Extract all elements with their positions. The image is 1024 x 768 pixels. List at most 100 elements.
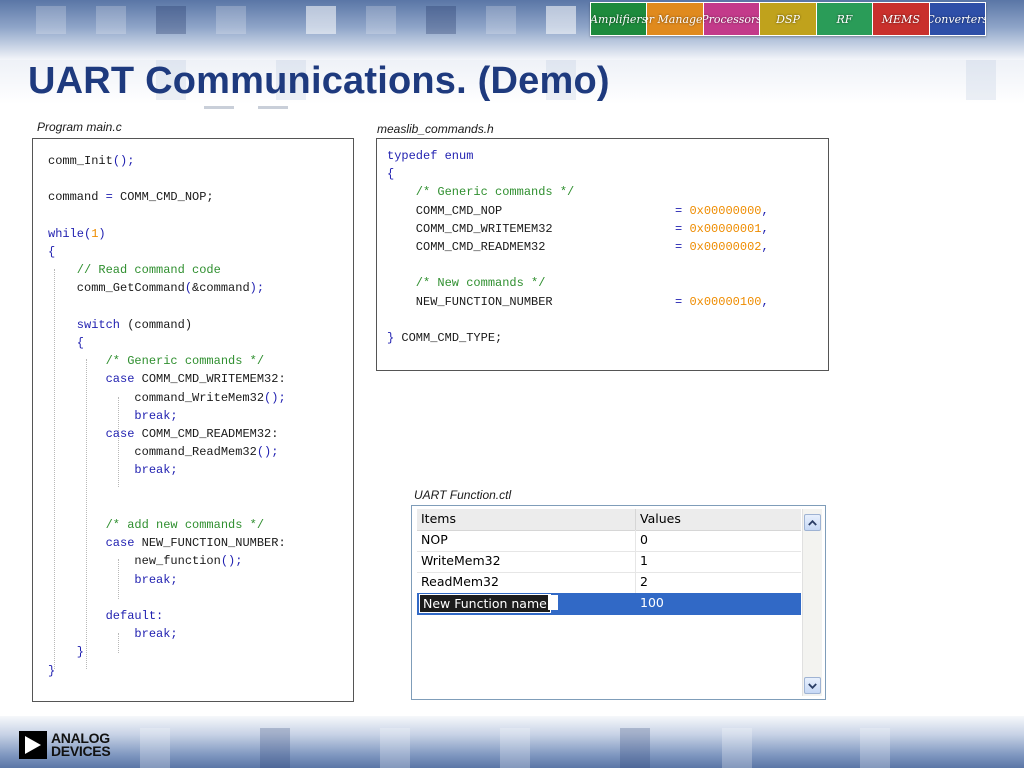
code-line: /* Generic commands */ [387,183,574,201]
value-cell[interactable]: 1 [640,553,648,568]
selected-grid-row[interactable]: New Function name 100 [417,593,801,615]
code-token: case [48,372,142,387]
code-line: } COMM_CMD_TYPE; [387,329,502,347]
grid-header-row: Items Values [417,509,801,531]
item-edit-field[interactable]: New Function name [419,594,551,613]
banner-tile [966,60,996,100]
code-token: , [761,294,769,309]
banner-tile [216,6,246,34]
code-token: , [761,203,769,218]
code-line: } [48,662,55,680]
code-token: = [105,190,113,205]
main-c-code-panel: comm_Init(); command = COMM_CMD_NOP; while… [32,138,354,702]
code-line: break; [48,407,178,425]
scroll-up-button[interactable] [804,514,821,531]
code-token: NEW_FUNCTION_NUMBER: [141,536,286,551]
column-divider[interactable] [635,509,636,530]
item-cell[interactable]: ReadMem32 [421,574,499,589]
code-token: case [48,536,142,551]
code-token: break; [48,627,178,642]
code-token: ) [98,226,106,241]
grid-row[interactable]: NOP 0 [417,530,801,552]
logo-triangle-icon [19,731,47,759]
code-token: COMM_CMD_TYPE; [401,331,503,345]
code-token: 0x00000000 [689,203,762,218]
code-token: comm_Init [48,154,113,168]
uart-function-grid: Items Values NOP 0 WriteMem32 1 ReadMem3… [411,505,826,700]
banner-tile [486,6,516,34]
banner-tile [36,6,66,34]
value-cell[interactable]: 0 [640,532,648,547]
uart-ctl-caption: UART Function.ctl [414,488,512,502]
value-cell[interactable]: 2 [640,574,648,589]
column-divider [635,551,636,572]
code-line: break; [48,571,177,589]
code-line: new_function(); [48,552,242,570]
chevron-down-icon [808,682,817,689]
code-token: (); [112,154,135,168]
grid-row[interactable]: ReadMem32 2 [417,572,801,594]
grid-body: Items Values NOP 0 WriteMem32 1 ReadMem3… [417,509,801,695]
code-token: enum [444,149,474,163]
banner-tile [620,728,650,768]
banner-category-label: Power Management [647,3,704,35]
chevron-up-icon [808,519,817,526]
code-line: default: [48,607,164,625]
banner-tile [860,728,890,768]
code-line: command = COMM_CMD_NOP; [48,188,214,206]
value-cell[interactable]: 100 [640,595,664,610]
banner-tile [546,6,576,34]
code-token: 0x00000002 [689,240,762,254]
code-token: COMM_CMD_READMEM32 [387,240,676,254]
code-token: (); [264,390,286,405]
code-token: while [48,226,85,241]
code-line: command_WriteMem32(); [48,389,286,407]
banner-category-label: MEMS [873,3,930,35]
item-cell[interactable]: WriteMem32 [421,553,501,568]
scroll-down-button[interactable] [804,677,821,694]
code-line: comm_Init(); [48,152,134,170]
product-category-strip: AmplifiersPower ManagementProcessorsDSPR… [590,2,986,36]
items-column-header[interactable]: Items [421,511,456,526]
code-token: typedef [387,149,445,163]
code-line: COMM_CMD_NOP = 0x00000000, [387,202,769,220]
code-line: command_ReadMem32(); [48,443,278,461]
vertical-scrollbar[interactable] [802,509,822,696]
bottom-banner [0,716,1024,768]
code-line: COMM_CMD_WRITEMEM32 = 0x00000001, [387,220,769,238]
top-banner: AmplifiersPower ManagementProcessorsDSPR… [0,0,1024,60]
code-line: // Read command code [48,261,221,279]
code-line: break; [48,461,177,479]
code-line: /* add new commands */ [48,516,264,534]
code-line: while(1) [48,225,106,243]
measlib-h-code-panel: typedef enum { /* Generic commands */ COM… [376,138,829,371]
banner-tile [500,728,530,768]
item-cell[interactable]: NOP [421,532,448,547]
banner-tile [156,6,186,34]
page-title: UART Communications. (Demo) [28,60,610,102]
banner-tile [96,6,126,34]
code-token: break; [48,408,178,423]
code-token: comm_GetCommand [48,281,185,296]
code-line: /* Generic commands */ [48,352,264,370]
code-token: COMM_CMD_WRITEMEM32: [141,372,286,387]
code-token: 0x00000100 [689,294,762,309]
code-token: = [675,294,690,309]
code-line: typedef enum [387,147,473,165]
code-line: COMM_CMD_READMEM32 = 0x00000002, [387,238,769,256]
code-line: comm_GetCommand(&command); [48,279,264,297]
code-token: /* add new commands */ [48,518,265,532]
banner-tile [380,728,410,768]
code-token: ( [184,281,193,296]
grid-row[interactable]: WriteMem32 1 [417,551,801,573]
code-token: COMM_CMD_WRITEMEM32 [387,221,676,236]
column-divider [635,530,636,551]
code-token: command_WriteMem32 [48,390,265,405]
title-accent [204,106,234,109]
text-cursor [548,595,558,610]
values-column-header[interactable]: Values [640,511,681,526]
code-token: } [387,331,402,345]
code-line: switch (command) [48,316,192,334]
code-token: NEW_FUNCTION_NUMBER [387,294,676,309]
code-token: command_ReadMem32 [48,445,257,460]
